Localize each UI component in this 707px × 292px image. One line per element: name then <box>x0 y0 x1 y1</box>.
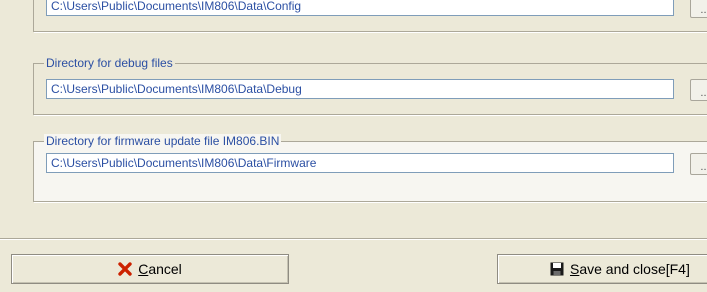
settings-panel: C:\Users\Public\Documents\IM806\Data\Con… <box>0 0 707 238</box>
config-browse-button[interactable]: ... <box>690 0 707 18</box>
debug-directory-group: Directory for debug files C:\Users\Publi… <box>33 56 707 115</box>
debug-directory-field[interactable]: C:\Users\Public\Documents\IM806\Data\Deb… <box>46 79 674 99</box>
save-and-close-label: Save and close[F4] <box>570 261 690 277</box>
firmware-directory-field[interactable]: C:\Users\Public\Documents\IM806\Data\Fir… <box>46 153 674 173</box>
cancel-button[interactable]: Cancel <box>11 254 289 284</box>
debug-directory-legend: Directory for debug files <box>44 56 175 70</box>
button-bar-divider-highlight <box>0 239 707 240</box>
x-icon <box>118 262 132 276</box>
floppy-disk-icon <box>550 262 564 276</box>
firmware-browse-button[interactable]: ... <box>690 153 707 175</box>
config-directory-group: C:\Users\Public\Documents\IM806\Data\Con… <box>33 0 707 32</box>
config-directory-field[interactable]: C:\Users\Public\Documents\IM806\Data\Con… <box>46 0 674 16</box>
cancel-label: Cancel <box>138 261 182 277</box>
firmware-directory-group: Directory for firmware update file IM806… <box>33 134 707 202</box>
save-and-close-button[interactable]: Save and close[F4] <box>497 254 707 284</box>
firmware-directory-legend: Directory for firmware update file IM806… <box>44 134 282 148</box>
debug-browse-button[interactable]: ... <box>690 79 707 101</box>
